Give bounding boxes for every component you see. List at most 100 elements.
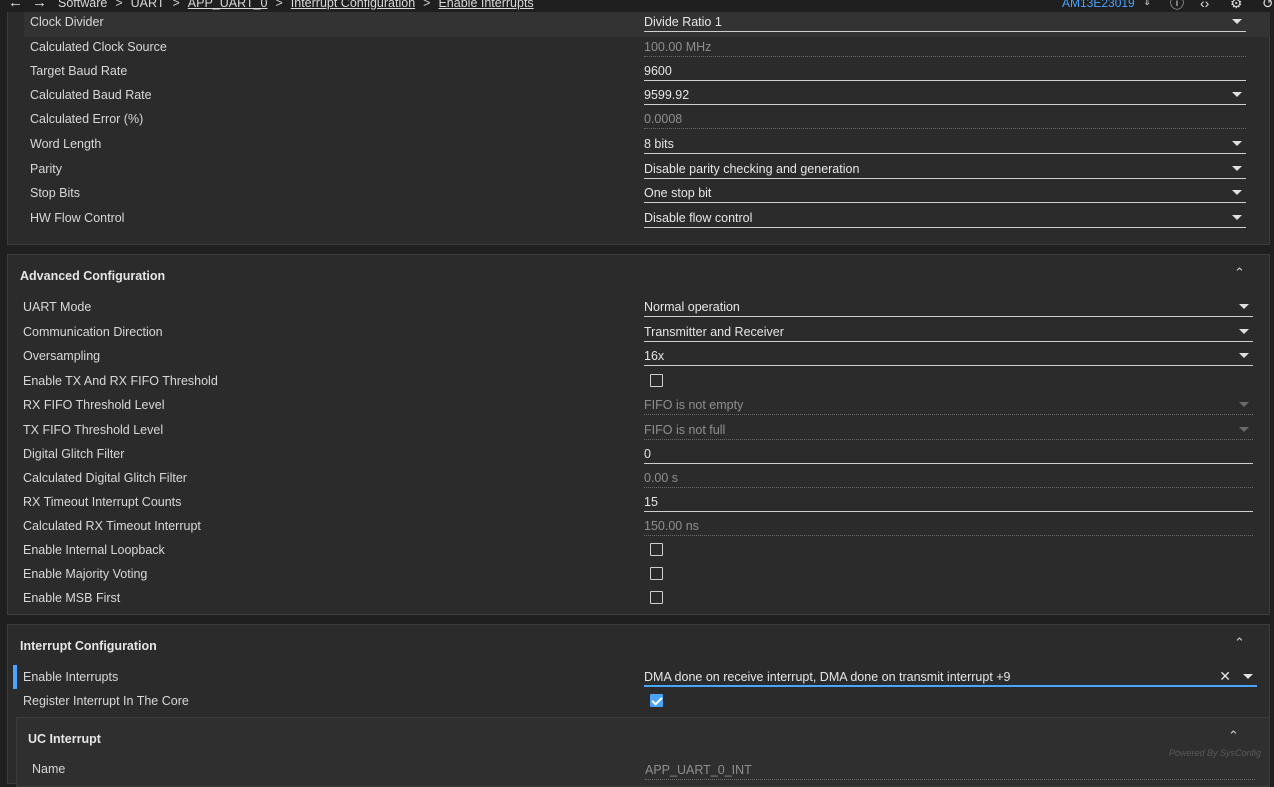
row-label: Digital Glitch Filter (23, 447, 125, 461)
field-value: Transmitter and Receiver (644, 325, 784, 339)
chevron-down-icon (1239, 402, 1249, 407)
checkbox[interactable] (650, 694, 663, 707)
dropdown-select[interactable]: Transmitter and Receiver (644, 324, 1253, 342)
row-label: Calculated Error (%) (30, 112, 144, 126)
chevron-up-icon[interactable]: ⌃ (1234, 635, 1245, 651)
breadcrumb-enable-interrupts[interactable]: Enable Interrupts (438, 0, 533, 10)
row-label: Target Baud Rate (30, 64, 128, 78)
chevron-down-icon (1239, 427, 1249, 432)
dropdown-select[interactable]: DMA done on receive interrupt, DMA done … (644, 668, 1257, 687)
dropdown-select[interactable]: Disable flow control (644, 210, 1246, 228)
dropdown-select[interactable]: One stop bit (644, 185, 1246, 203)
chevron-up-icon[interactable]: ⌃ (1228, 728, 1239, 744)
checkbox[interactable] (650, 591, 663, 604)
dropdown-select[interactable]: Disable parity checking and generation (644, 161, 1246, 179)
readonly-field: 150.00 ns (644, 518, 1253, 536)
row-label: Enable MSB First (23, 591, 121, 605)
field-value: 100.00 MHz (644, 40, 712, 54)
top-navigation-bar: ← → Software > UART > APP_UART_0 > Interrupt C… (0, 0, 1274, 12)
uc-interrupt-title: UC Interrupt (28, 732, 101, 746)
row-label: Calculated Baud Rate (30, 88, 152, 102)
interrupt-name-label: Name (32, 762, 66, 776)
field-value: 9599.92 (644, 88, 690, 102)
chevron-down-icon[interactable] (1232, 215, 1242, 220)
field-value: One stop bit (644, 186, 712, 200)
dropdown-select[interactable]: 16x (644, 348, 1253, 366)
field-value: 0.0008 (644, 112, 683, 126)
row-label: Enable Majority Voting (23, 567, 148, 581)
selected-row-indicator (13, 665, 17, 689)
chevron-up-icon[interactable]: ⌃ (1234, 265, 1245, 281)
breadcrumb-uart[interactable]: UART (131, 0, 165, 10)
row-label: Stop Bits (30, 186, 81, 200)
breadcrumb-software[interactable]: Software (58, 0, 107, 10)
row-label: Communication Direction (23, 325, 163, 339)
breadcrumb: Software > UART > APP_UART_0 > Interrupt Confi… (58, 0, 534, 12)
dropdown-select[interactable]: Normal operation (644, 299, 1253, 317)
row-label: Clock Divider (30, 15, 104, 29)
row-label: HW Flow Control (30, 211, 125, 225)
field-value: 9600 (644, 64, 672, 78)
row-label: Calculated RX Timeout Interrupt (23, 519, 201, 533)
checkbox[interactable] (650, 567, 663, 580)
field-value: 0 (644, 447, 651, 461)
row-label: Oversampling (23, 349, 101, 363)
row-label: UART Mode (23, 300, 92, 314)
interrupt-configuration-title: Interrupt Configuration (20, 639, 157, 653)
chevron-down-icon[interactable] (1239, 329, 1249, 334)
checkbox[interactable] (650, 543, 663, 556)
field-value: 8 bits (644, 137, 674, 151)
checkbox[interactable] (650, 374, 663, 387)
field-value: Disable parity checking and generation (644, 162, 860, 176)
uc-interrupt-panel: UC Interrupt ⌃ Name APP_UART_0_INT (16, 717, 1270, 787)
code-view-icon[interactable]: ‹› (1200, 0, 1209, 12)
row-label: TX FIFO Threshold Level (23, 423, 164, 437)
chevron-down-icon[interactable] (1232, 19, 1242, 24)
field-value: 150.00 ns (644, 519, 699, 533)
row-label: RX Timeout Interrupt Counts (23, 495, 182, 509)
chevron-down-icon[interactable] (1232, 92, 1242, 97)
readonly-field: 0.00 s (644, 470, 1253, 488)
readonly-field: 0.0008 (644, 111, 1246, 129)
dropdown-select: FIFO is not empty (644, 397, 1253, 415)
info-icon[interactable]: ⓘ (1170, 0, 1184, 12)
field-value: 16x (644, 349, 665, 363)
device-selector[interactable]: AM13E23019 (1062, 0, 1135, 12)
row-label: Register Interrupt In The Core (23, 694, 189, 708)
chevron-down-icon[interactable] (1243, 674, 1253, 679)
dropdown-select[interactable]: 9599.92 (644, 87, 1246, 105)
text-input[interactable]: 0 (644, 446, 1253, 464)
text-input[interactable]: 15 (644, 494, 1253, 512)
back-arrow-icon[interactable]: ← (8, 0, 23, 12)
dropdown-select[interactable]: Divide Ratio 1 (644, 14, 1246, 32)
chevron-down-icon[interactable] (1232, 166, 1242, 171)
chevron-down-icon[interactable] (1239, 304, 1249, 309)
row-label: RX FIFO Threshold Level (23, 398, 165, 412)
row-label: Enable TX And RX FIFO Threshold (23, 374, 218, 388)
text-input[interactable]: 9600 (644, 63, 1246, 81)
row-label: Enable Interrupts (23, 670, 119, 684)
row-label: Enable Internal Loopback (23, 543, 165, 557)
readonly-field: 100.00 MHz (644, 39, 1246, 57)
device-sort-icon[interactable]: ⇕ (1143, 0, 1151, 12)
chip-icon[interactable]: ⚙ (1230, 0, 1243, 12)
advanced-configuration-title: Advanced Configuration (20, 269, 166, 283)
powered-by-watermark: Powered By SysConfig (1169, 748, 1262, 758)
field-value: 0.00 s (644, 471, 679, 485)
dropdown-select[interactable]: 8 bits (644, 136, 1246, 154)
field-value: FIFO is not empty (644, 398, 744, 412)
chevron-down-icon[interactable] (1232, 141, 1242, 146)
history-icon[interactable]: ↺ (1262, 0, 1274, 12)
interrupt-name-value: APP_UART_0_INT (645, 763, 752, 777)
field-value: Divide Ratio 1 (644, 15, 722, 29)
chevron-down-icon[interactable] (1232, 190, 1242, 195)
interrupt-name-field: APP_UART_0_INT (645, 762, 1255, 780)
row-label: Calculated Digital Glitch Filter (23, 471, 187, 485)
field-value: FIFO is not full (644, 423, 726, 437)
forward-arrow-icon[interactable]: → (32, 0, 47, 12)
field-value: 15 (644, 495, 658, 509)
chevron-down-icon[interactable] (1239, 353, 1249, 358)
breadcrumb-interrupt-configuration[interactable]: Interrupt Configuration (291, 0, 415, 10)
clear-icon[interactable]: ✕ (1219, 668, 1231, 684)
breadcrumb-app-uart-0[interactable]: APP_UART_0 (188, 0, 268, 10)
